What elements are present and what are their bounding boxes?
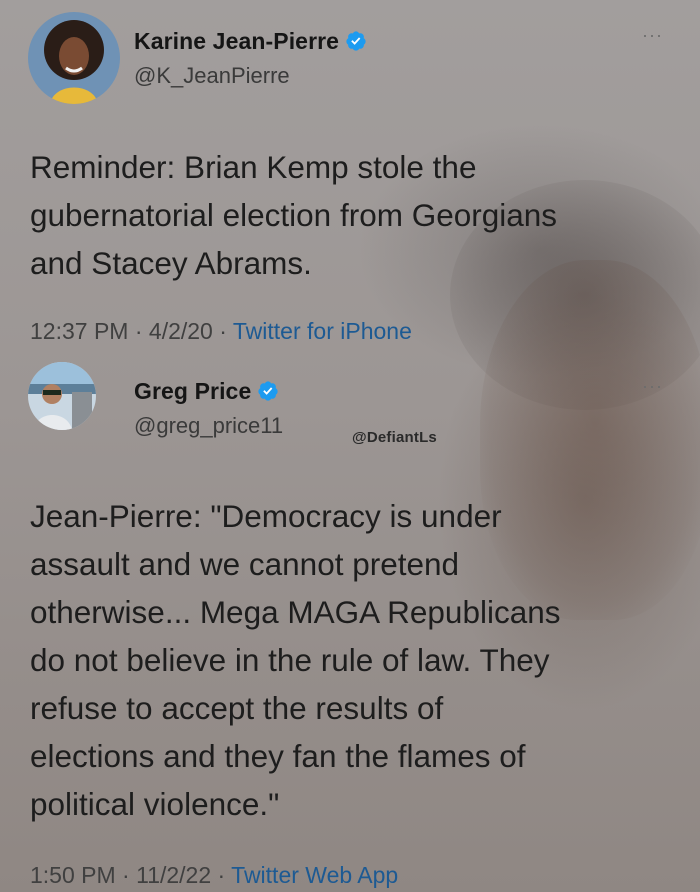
tweet-2-date[interactable]: 11/2/22 bbox=[136, 862, 211, 888]
tweet-2-author-name-text: Greg Price bbox=[134, 378, 252, 404]
avatar-greg[interactable] bbox=[28, 362, 96, 430]
watermark: @DefiantLs bbox=[352, 429, 437, 446]
tweet-2-time[interactable]: 1:50 PM bbox=[30, 862, 116, 888]
tweet-2-author-name[interactable]: Greg Price bbox=[134, 378, 279, 405]
verified-badge-icon bbox=[258, 381, 278, 401]
more-options-icon[interactable]: ··· bbox=[642, 376, 663, 397]
tweet-2-text: Jean-Pierre: "Democracy is under assault… bbox=[30, 498, 561, 822]
tweet-2-source-app[interactable]: Twitter Web App bbox=[231, 862, 398, 888]
tweet-2: Greg Price @greg_price11 ··· @DefiantLs … bbox=[0, 0, 700, 892]
tweet-2-handle[interactable]: @greg_price11 bbox=[134, 413, 283, 439]
meta-separator: · bbox=[115, 862, 137, 888]
avatar-greg-image bbox=[28, 362, 96, 430]
tweet-2-meta: 1:50 PM · 11/2/22 · Twitter Web App bbox=[30, 862, 398, 889]
meta-separator: · bbox=[211, 862, 232, 888]
